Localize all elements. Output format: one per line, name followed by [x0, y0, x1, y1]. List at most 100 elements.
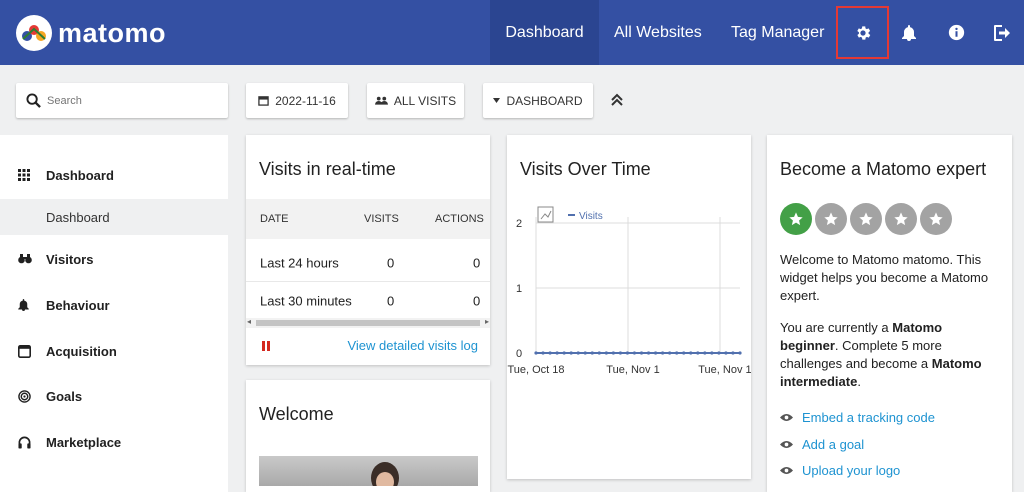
expert-intro: Welcome to Matomo matomo. This widget he…: [780, 252, 989, 303]
nav-dashboard[interactable]: Dashboard: [490, 0, 599, 65]
grid-icon: [18, 169, 30, 181]
data-point: [639, 351, 644, 355]
link-label[interactable]: Embed a tracking code: [802, 410, 935, 425]
visits-over-time-widget: Visits Over Time Visits 0 1 2 Tue, Oct 18 Tue…: [507, 135, 751, 479]
scroll-left-icon[interactable]: ◂: [247, 317, 251, 326]
chart-type-icon-line: [540, 210, 552, 220]
x-tick-label: Tue, Nov 1: [606, 364, 659, 376]
gear-icon: [856, 25, 870, 40]
link-label[interactable]: Upload your logo: [802, 463, 900, 478]
expert-status: You are currently a Matomo beginner. Com…: [780, 319, 1000, 391]
bell-icon: [18, 299, 29, 311]
status-text: .: [857, 374, 861, 389]
row-date: Last 30 minutes: [260, 293, 352, 309]
sidebar-item-label: Marketplace: [46, 434, 122, 450]
table-header: DATE VISITS ACTIONS: [246, 199, 490, 239]
data-point: [696, 351, 700, 355]
horizontal-scrollbar[interactable]: ◂ ▸: [246, 317, 490, 328]
data-point: [668, 351, 672, 355]
widget-title: Visits in real-time: [259, 159, 396, 179]
data-point: [569, 351, 573, 355]
help-button[interactable]: [936, 0, 976, 65]
sidebar-item-behaviour[interactable]: Behaviour: [0, 285, 228, 325]
data-point: [576, 351, 580, 355]
progress-stars: [780, 203, 952, 235]
column-header-visits[interactable]: VISITS: [364, 213, 399, 225]
data-point: [611, 351, 615, 355]
data-point: [555, 351, 559, 355]
dashboard-selector-label: DASHBOARD: [506, 93, 583, 108]
data-point: [724, 351, 728, 355]
search-box[interactable]: [16, 83, 228, 118]
headphones-icon: [18, 436, 31, 449]
row-visits: 0: [387, 255, 395, 270]
calendar-icon: [258, 95, 269, 106]
sidebar-item-dashboard[interactable]: Dashboard: [0, 155, 228, 195]
column-header-date[interactable]: DATE: [260, 213, 289, 225]
sidebar-item-label: Goals: [46, 388, 83, 404]
column-header-actions[interactable]: ACTIONS: [435, 213, 484, 225]
segment-button[interactable]: ALL VISITS: [367, 83, 464, 118]
notifications-button[interactable]: [889, 0, 929, 65]
nav-all-websites[interactable]: All Websites: [614, 0, 702, 65]
x-tick-label: Tue, Nov 15: [698, 364, 751, 376]
scrollbar-thumb[interactable]: [256, 320, 480, 326]
collapse-toolbar-icon[interactable]: [610, 91, 624, 109]
sidebar-item-acquisition[interactable]: Acquisition: [0, 331, 228, 371]
caret-down-icon: [493, 98, 501, 103]
data-point: [562, 351, 566, 355]
data-point: [703, 351, 707, 355]
widget-title: Become a Matomo expert: [780, 159, 987, 179]
row-actions: 0: [473, 293, 481, 309]
x-tick-label: Tue, Oct 18: [507, 364, 564, 376]
sidebar-item-visitors[interactable]: Visitors: [0, 239, 228, 279]
scroll-right-icon[interactable]: ▸: [485, 317, 489, 326]
star-icon: [850, 203, 882, 235]
logo-text: matomo: [58, 17, 167, 48]
logout-button[interactable]: [982, 0, 1022, 65]
widget-title: Welcome: [259, 404, 334, 424]
users-icon: [374, 96, 388, 105]
star-icon: [815, 203, 847, 235]
date-picker-button[interactable]: 2022-11-16: [246, 83, 348, 118]
settings-button[interactable]: [836, 6, 889, 59]
data-point: [534, 351, 538, 355]
sidebar-item-marketplace[interactable]: Marketplace: [0, 422, 228, 462]
legend-label[interactable]: Visits: [579, 211, 603, 222]
data-point: [548, 351, 552, 355]
add-goal-link[interactable]: Add a goal: [780, 437, 864, 452]
y-tick-label: 0: [516, 348, 522, 360]
sidebar-subitem-dashboard[interactable]: Dashboard: [0, 199, 228, 235]
sidebar-item-label: Visitors: [46, 251, 94, 267]
eye-icon: [780, 440, 793, 449]
star-icon: [780, 203, 812, 235]
sidebar-item-label: Acquisition: [46, 343, 117, 359]
target-icon: [18, 389, 31, 403]
data-point: [541, 351, 545, 355]
data-point: [710, 351, 714, 355]
data-point: [661, 351, 665, 355]
search-input[interactable]: [47, 94, 197, 107]
data-point: [675, 351, 679, 355]
data-point: [632, 351, 637, 355]
link-label[interactable]: Add a goal: [802, 437, 864, 452]
welcome-widget: Welcome: [246, 380, 490, 492]
data-point: [618, 351, 623, 355]
pause-icon[interactable]: [262, 341, 270, 351]
matomo-logo[interactable]: matomo: [16, 15, 166, 51]
upload-logo-link[interactable]: Upload your logo: [780, 463, 900, 478]
date-label: 2022-11-16: [275, 93, 336, 108]
sidebar-item-goals[interactable]: Goals: [0, 376, 228, 416]
view-visits-log-link[interactable]: View detailed visits log: [347, 338, 478, 353]
data-point: [653, 351, 658, 355]
embed-tracking-code-link[interactable]: Embed a tracking code: [780, 410, 935, 425]
row-actions: 0: [473, 255, 481, 270]
star-icon: [885, 203, 917, 235]
y-tick-label: 2: [516, 218, 522, 230]
dashboard-selector-button[interactable]: DASHBOARD: [483, 83, 593, 118]
nav-tag-manager[interactable]: Tag Manager: [731, 0, 824, 65]
table-row: Last 24 hours 0 0: [246, 244, 490, 282]
matomo-logo-icon: [16, 15, 52, 51]
sidebar-item-label: Dashboard: [46, 167, 114, 183]
data-point: [590, 351, 594, 355]
